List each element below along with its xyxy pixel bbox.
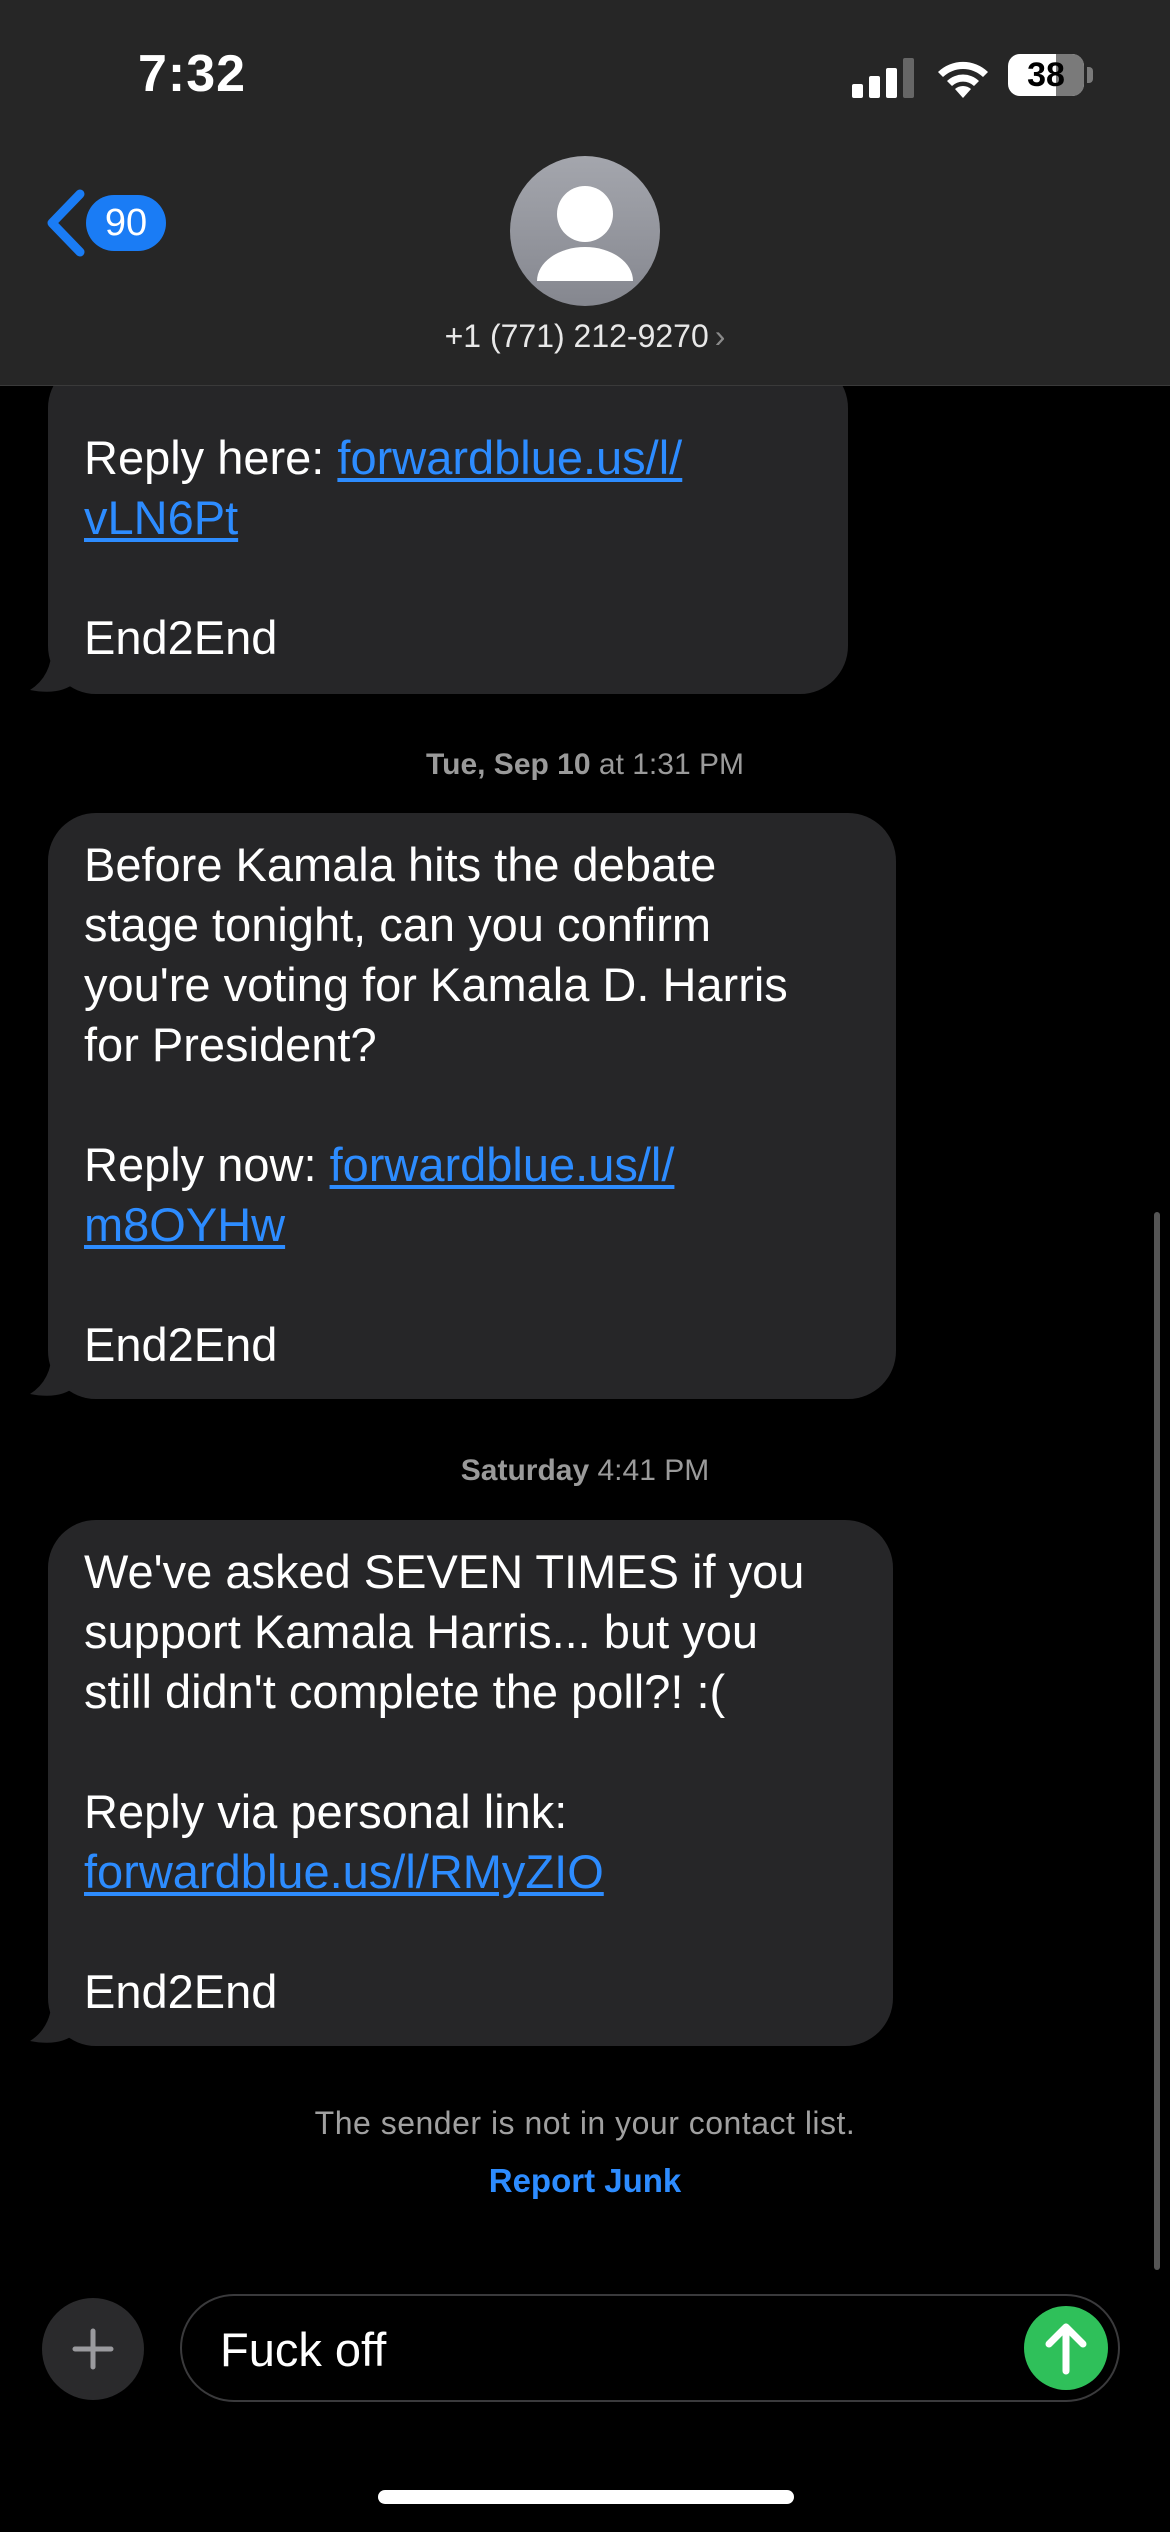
message-line — [84, 548, 812, 608]
home-indicator[interactable] — [378, 2490, 794, 2504]
message-timestamp: Tue, Sep 10 at 1:31 PM — [426, 748, 744, 781]
message-line: vLN6Pt — [84, 488, 812, 548]
message-input[interactable]: Fuck off — [180, 2294, 1120, 2402]
message-line: support Kamala Harris... but you — [84, 1605, 758, 1658]
message-line: you're voting for Kamala D. Harris — [84, 958, 788, 1011]
bubble-tail — [30, 1350, 76, 1396]
message-link[interactable]: m8OYHw — [84, 1198, 285, 1251]
battery-tip — [1087, 67, 1093, 83]
status-time: 7:32 — [138, 45, 247, 103]
status-bar: 7:32 38 — [0, 0, 1170, 150]
message-line: forwardblue.us/l/RMyZIO — [84, 1842, 857, 1902]
scroll-indicator[interactable] — [1154, 1212, 1160, 2270]
wifi-icon — [938, 61, 988, 98]
message-line: Before Kamala hits the debate — [84, 838, 717, 891]
message-line — [84, 1075, 860, 1135]
message-timestamp: Saturday 4:41 PM — [460, 1454, 710, 1487]
message-link[interactable]: vLN6Pt — [84, 491, 238, 544]
message-line: Reply via personal link: — [84, 1785, 568, 1838]
chevron-left-icon — [47, 189, 85, 257]
message-bubble: We've asked SEVEN TIMES if you support K… — [48, 1520, 893, 2046]
bubble-tail — [30, 1997, 76, 2043]
unknown-sender-notice: The sender is not in your contact list. — [314, 2105, 856, 2141]
message-link[interactable]: forwardblue.us/l/ — [337, 431, 682, 484]
plus-icon — [72, 2328, 114, 2370]
message-link[interactable]: forwardblue.us/l/RMyZIO — [84, 1845, 604, 1898]
message-line: stage tonight, can you confirm — [84, 898, 712, 951]
message-line: for President? — [84, 1018, 377, 1071]
conversation-header: 7:32 38 90 +1 (771) 212-9270 › — [0, 0, 1170, 386]
message-bubble: Before Kamala hits the debate stage toni… — [48, 813, 896, 1399]
message-link[interactable]: forwardblue.us/l/ — [330, 1138, 675, 1191]
battery-icon: 38 — [1008, 54, 1084, 96]
message-line: Reply now: forwardblue.us/l/ — [84, 1138, 675, 1191]
message-line: still didn't complete the poll?! :( — [84, 1665, 726, 1718]
message-bubble: Reply here: forwardblue.us/l/ vLN6Pt End… — [48, 360, 848, 694]
battery-level: 38 — [1027, 55, 1065, 94]
signal-icon — [852, 58, 914, 98]
chevron-right-icon: › — [714, 318, 726, 354]
message-line: Reply here: forwardblue.us/l/ — [84, 431, 683, 484]
unread-count-badge: 90 — [86, 195, 166, 251]
contact-name[interactable]: +1 (771) 212-9270 › — [0, 318, 1170, 355]
message-line: End2End — [84, 1318, 278, 1371]
person-icon — [537, 186, 633, 281]
contact-avatar[interactable] — [510, 156, 660, 306]
message-line — [84, 1722, 857, 1782]
contact-phone-number: +1 (771) 212-9270 — [444, 318, 709, 354]
message-line: We've asked SEVEN TIMES if you — [84, 1545, 805, 1598]
message-line: End2End — [84, 1965, 278, 2018]
message-line — [84, 1255, 860, 1315]
message-line: End2End — [84, 611, 278, 664]
bubble-tail — [30, 646, 76, 692]
back-button[interactable]: 90 — [44, 188, 166, 258]
add-attachment-button[interactable] — [42, 2298, 144, 2400]
send-button[interactable] — [1024, 2306, 1108, 2390]
report-junk-button[interactable]: Report Junk — [0, 2162, 1170, 2200]
message-line — [84, 1902, 857, 1962]
arrow-up-icon — [1045, 2323, 1087, 2375]
message-input-text: Fuck off — [220, 2323, 387, 2376]
message-line: m8OYHw — [84, 1195, 860, 1255]
